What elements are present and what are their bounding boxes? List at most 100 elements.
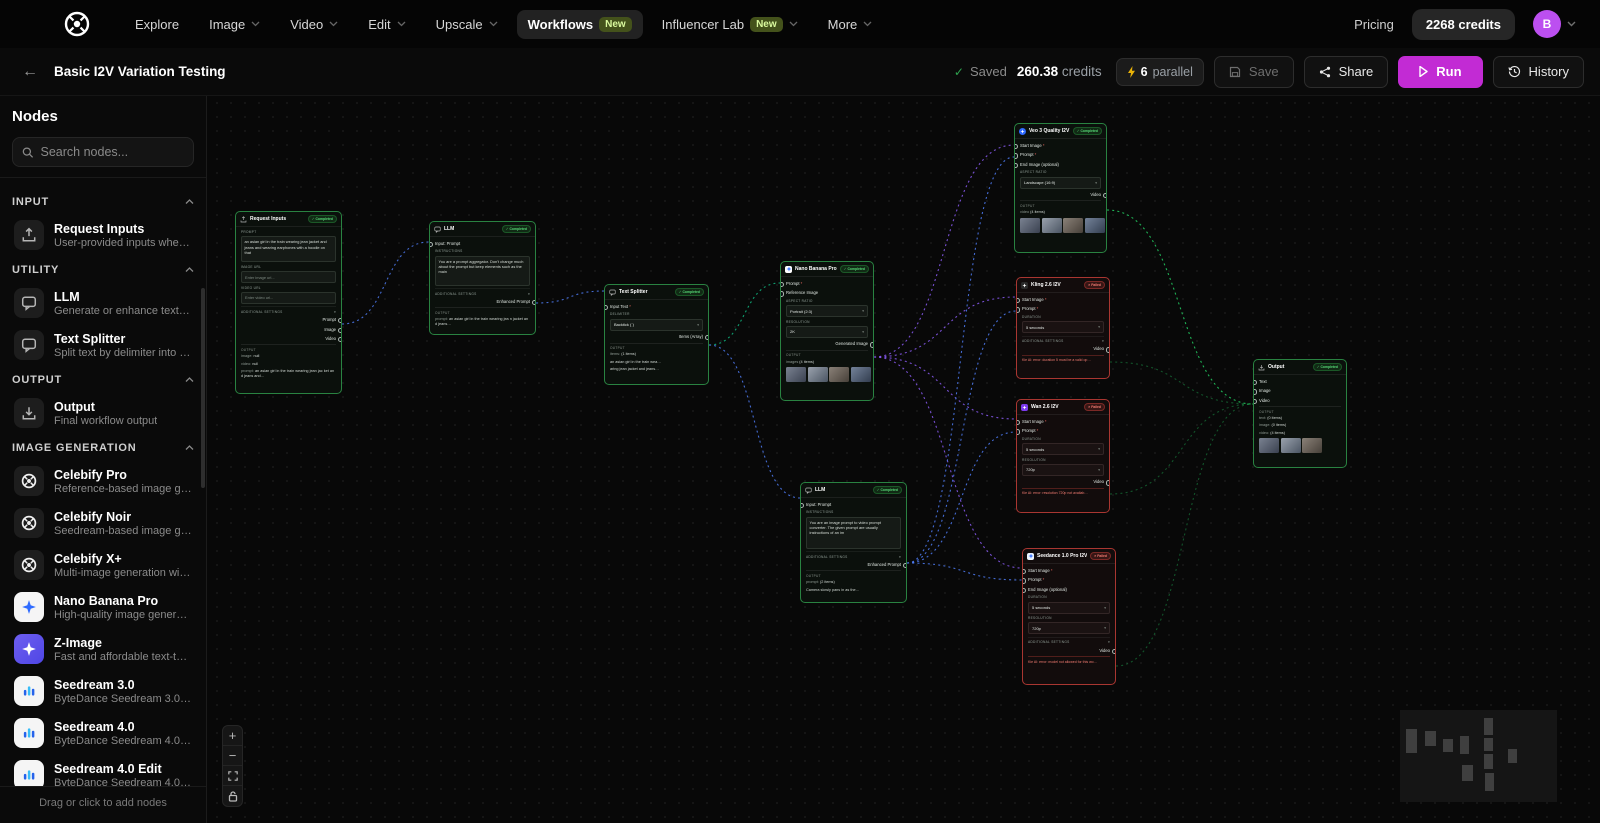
sidebar-section-input[interactable]: INPUT: [12, 188, 194, 214]
sidebar-item-text-splitter[interactable]: Text SplitterSplit text by delimiter int…: [12, 324, 194, 366]
input-port[interactable]: End Image (optional): [1020, 161, 1101, 168]
history-button[interactable]: History: [1493, 56, 1584, 88]
nav-item-workflows[interactable]: WorkflowsNew: [517, 10, 643, 39]
input-port[interactable]: Input Text *: [610, 303, 703, 310]
workflow-edge[interactable]: [907, 563, 1022, 580]
nav-item-more[interactable]: More: [817, 10, 884, 39]
sidebar-item-celebify-noir[interactable]: Celebify NoirSeedream-based image genera…: [12, 502, 194, 544]
sidebar-item-seedream-4-0-edit[interactable]: Seedream 4.0 EditByteDance Seedream 4.0 …: [12, 754, 194, 786]
workflow-canvas[interactable]: Request Inputs✓ CompletedPROMPTan asian …: [0, 96, 1600, 823]
result-thumbnail[interactable]: [1259, 438, 1279, 453]
account-menu[interactable]: B: [1533, 10, 1576, 38]
node-kling-2-6-i2v[interactable]: Kling 2.6 I2V× FailedStart Image *Prompt…: [1016, 277, 1110, 379]
save-button[interactable]: Save: [1214, 56, 1294, 88]
sidebar-scrollbar[interactable]: [201, 288, 205, 488]
result-thumbnail[interactable]: [829, 367, 849, 382]
result-thumbnail[interactable]: [1063, 218, 1083, 233]
workflow-edge[interactable]: [907, 157, 1014, 563]
node-request-inputs[interactable]: Request Inputs✓ CompletedPROMPTan asian …: [235, 211, 342, 394]
additional-settings-toggle[interactable]: Additional Settings▾: [241, 306, 336, 314]
sidebar-item-celebify-pro[interactable]: Celebify ProReference-based image genera…: [12, 460, 194, 502]
nav-pricing-link[interactable]: Pricing: [1354, 17, 1394, 32]
input-port[interactable]: Input: Prompt: [806, 501, 901, 508]
result-thumbnail[interactable]: [851, 367, 871, 382]
workflow-edge[interactable]: [1116, 404, 1253, 666]
workflow-edge[interactable]: [874, 357, 1016, 419]
parallel-pill[interactable]: 6parallel: [1116, 58, 1204, 86]
input-port[interactable]: Prompt *: [1022, 427, 1104, 434]
input-port[interactable]: Start Image *: [1028, 567, 1110, 574]
output-port[interactable]: Video: [1022, 478, 1104, 485]
node-wan-2-6-i2v[interactable]: Wan 2.6 I2V× FailedStart Image *Prompt *…: [1016, 399, 1110, 513]
node-output[interactable]: Output✓ CompletedTextImageVideoOutputtex…: [1253, 359, 1347, 468]
input-port[interactable]: Start Image *: [1020, 142, 1101, 149]
input-port[interactable]: Input: Prompt: [435, 240, 530, 247]
input-field[interactable]: Enter image url...: [241, 271, 336, 283]
sidebar-item-celebify-x[interactable]: Celebify X+Multi-image generation with a…: [12, 544, 194, 586]
output-port[interactable]: Video: [1022, 345, 1104, 352]
result-thumbnail[interactable]: [808, 367, 828, 382]
select-field[interactable]: 5 seconds▾: [1022, 443, 1104, 455]
workflow-edge[interactable]: [342, 242, 429, 324]
result-thumbnail[interactable]: [1302, 438, 1322, 453]
result-thumbnail[interactable]: [1085, 218, 1105, 233]
input-port[interactable]: Prompt *: [1022, 305, 1104, 312]
nav-item-video[interactable]: Video: [279, 10, 349, 39]
zoom-out-button[interactable]: −: [223, 746, 242, 766]
sidebar-item-request-inputs[interactable]: Request InputsUser-provided inputs when …: [12, 214, 194, 256]
avatar[interactable]: B: [1533, 10, 1561, 38]
select-field[interactable]: 720p▾: [1028, 622, 1110, 634]
workflow-edge[interactable]: [709, 283, 780, 345]
additional-settings-toggle[interactable]: Additional Settings▾: [435, 288, 530, 296]
share-button[interactable]: Share: [1304, 56, 1389, 88]
select-field[interactable]: 5 seconds▾: [1028, 602, 1110, 614]
node-llm-1[interactable]: LLM✓ CompletedInput: PromptINSTRUCTIONSY…: [429, 221, 536, 335]
node-seedance-1-0-pro-i2v[interactable]: Seedance 1.0 Pro I2V× FailedStart Image …: [1022, 548, 1116, 685]
input-port[interactable]: End Image (optional): [1028, 586, 1110, 593]
sidebar-section-utility[interactable]: UTILITY: [12, 256, 194, 282]
input-port[interactable]: Prompt *: [1020, 151, 1101, 158]
workflow-edge[interactable]: [1110, 362, 1253, 404]
result-thumbnail[interactable]: [786, 367, 806, 382]
select-field[interactable]: Backtick (`)▾: [610, 319, 703, 331]
select-field[interactable]: Landscape (16:9)▾: [1020, 177, 1101, 189]
node-nano-banana-pro[interactable]: Nano Banana Pro✓ CompletedPrompt *Refere…: [780, 261, 874, 401]
sidebar-item-nano-banana-pro[interactable]: Nano Banana ProHigh-quality image genera…: [12, 586, 194, 628]
workflow-edge[interactable]: [907, 311, 1016, 563]
workflow-edge[interactable]: [874, 297, 1016, 357]
select-field[interactable]: Portrait (2:3)▾: [786, 305, 868, 317]
select-field[interactable]: 720p▾: [1022, 464, 1104, 476]
output-port[interactable]: Enhanced Prompt: [435, 298, 530, 305]
workflow-edge[interactable]: [1110, 404, 1253, 494]
lock-button[interactable]: [223, 786, 242, 806]
input-port[interactable]: Text: [1259, 378, 1341, 385]
output-port[interactable]: Video: [241, 335, 336, 342]
brand-logo-icon[interactable]: [64, 11, 90, 37]
textarea-field[interactable]: an asian girl in the train wearing jean …: [241, 236, 336, 262]
workflow-edge[interactable]: [874, 145, 1014, 357]
nav-item-image[interactable]: Image: [198, 10, 271, 39]
node-text-splitter[interactable]: Text Splitter✓ CompletedInput Text *DELI…: [604, 284, 709, 385]
nav-item-explore[interactable]: Explore: [124, 10, 190, 39]
input-field[interactable]: Enter video url...: [241, 292, 336, 304]
minimap[interactable]: [1400, 710, 1557, 802]
node-llm-2[interactable]: LLM✓ CompletedInput: PromptINSTRUCTIONSY…: [800, 482, 907, 603]
textarea-field[interactable]: You are an image prompt to video prompt …: [806, 517, 901, 549]
sidebar-item-llm[interactable]: LLMGenerate or enhance text using a…: [12, 282, 194, 324]
input-port[interactable]: Reference Image: [786, 289, 868, 296]
search-box[interactable]: [12, 137, 194, 167]
additional-settings-toggle[interactable]: Additional Settings▾: [1022, 336, 1104, 344]
fit-view-button[interactable]: [223, 766, 242, 786]
back-button[interactable]: ←: [16, 58, 44, 86]
workflow-edge[interactable]: [536, 291, 604, 303]
select-field[interactable]: 2K▾: [786, 326, 868, 338]
output-port[interactable]: Prompt: [241, 316, 336, 323]
nav-item-edit[interactable]: Edit: [357, 10, 416, 39]
input-port[interactable]: Image: [1259, 387, 1341, 394]
output-port[interactable]: Video: [1028, 647, 1110, 654]
sidebar-item-seedream-4-0[interactable]: Seedream 4.0ByteDance Seedream 4.0 text-…: [12, 712, 194, 754]
additional-settings-toggle[interactable]: Additional Settings▾: [1028, 637, 1110, 645]
additional-settings-toggle[interactable]: Additional Settings▾: [806, 551, 901, 559]
input-port[interactable]: Video: [1259, 397, 1341, 404]
input-port[interactable]: Prompt *: [786, 280, 868, 287]
